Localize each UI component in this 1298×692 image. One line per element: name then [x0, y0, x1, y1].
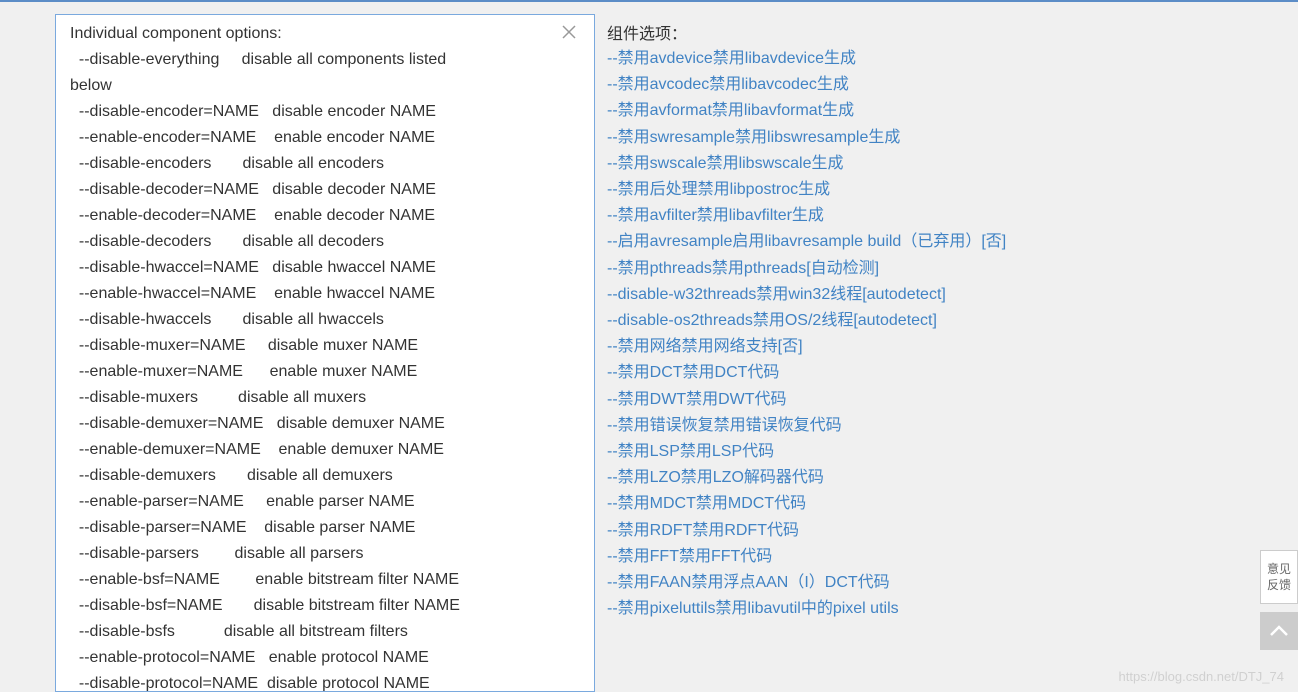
source-line: --enable-protocol=NAME enable protocol N…: [70, 645, 580, 671]
translated-line: --禁用LZO禁用LZO解码器代码: [607, 465, 1167, 491]
translated-line: --禁用pixeluttils禁用libavutil中的pixel utils: [607, 596, 1167, 622]
source-line: --enable-decoder=NAME enable decoder NAM…: [70, 203, 580, 229]
source-line: --disable-encoder=NAME disable encoder N…: [70, 99, 580, 125]
translated-line: --禁用avdevice禁用libavdevice生成: [607, 46, 1167, 72]
translated-line: --禁用avfilter禁用libavfilter生成: [607, 203, 1167, 229]
source-line: --enable-bsf=NAME enable bitstream filte…: [70, 567, 580, 593]
translated-line: --禁用FAAN禁用浮点AAN（I）DCT代码: [607, 570, 1167, 596]
translated-line: --禁用后处理禁用libpostroc生成: [607, 177, 1167, 203]
translated-line: --禁用错误恢复禁用错误恢复代码: [607, 413, 1167, 439]
feedback-label-2: 反馈: [1267, 577, 1291, 593]
source-line: --disable-demuxers disable all demuxers: [70, 463, 580, 489]
source-line: --enable-muxer=NAME enable muxer NAME: [70, 359, 580, 385]
source-text-panel: Individual component options: --disable-…: [55, 14, 595, 692]
source-line: --disable-encoders disable all encoders: [70, 151, 580, 177]
translated-line: --禁用swscale禁用libswscale生成: [607, 151, 1167, 177]
translated-line: --禁用avcodec禁用libavcodec生成: [607, 72, 1167, 98]
translated-line: --disable-os2threads禁用OS/2线程[autodetect]: [607, 308, 1167, 334]
source-line: --enable-demuxer=NAME enable demuxer NAM…: [70, 437, 580, 463]
translated-line: --禁用DWT禁用DWT代码: [607, 387, 1167, 413]
translated-line: --禁用DCT禁用DCT代码: [607, 360, 1167, 386]
translated-line: --禁用swresample禁用libswresample生成: [607, 125, 1167, 151]
source-line: --enable-encoder=NAME enable encoder NAM…: [70, 125, 580, 151]
source-line: --disable-parsers disable all parsers: [70, 541, 580, 567]
source-title: Individual component options:: [70, 25, 580, 43]
source-line: --disable-bsfs disable all bitstream fil…: [70, 619, 580, 645]
translated-lines: --禁用avdevice禁用libavdevice生成--禁用avcodec禁用…: [607, 46, 1167, 622]
translated-line: --禁用FFT禁用FFT代码: [607, 544, 1167, 570]
translated-line: --禁用pthreads禁用pthreads[自动检测]: [607, 256, 1167, 282]
source-line: --enable-parser=NAME enable parser NAME: [70, 489, 580, 515]
main-container: Individual component options: --disable-…: [0, 2, 1298, 692]
close-icon[interactable]: [562, 25, 582, 45]
source-line: --disable-bsf=NAME disable bitstream fil…: [70, 593, 580, 619]
translated-line: --禁用avformat禁用libavformat生成: [607, 98, 1167, 124]
chevron-up-icon: [1269, 624, 1289, 638]
translated-line: --禁用MDCT禁用MDCT代码: [607, 491, 1167, 517]
source-line: --disable-parser=NAME disable parser NAM…: [70, 515, 580, 541]
scroll-top-button[interactable]: [1260, 612, 1298, 650]
source-line: --disable-decoders disable all decoders: [70, 229, 580, 255]
source-lines: --disable-everything disable all compone…: [70, 47, 580, 692]
translated-line: --禁用RDFT禁用RDFT代码: [607, 518, 1167, 544]
translated-line: --禁用LSP禁用LSP代码: [607, 439, 1167, 465]
translated-title: 组件选项：: [607, 20, 1167, 44]
feedback-button[interactable]: 意见 反馈: [1260, 550, 1298, 604]
source-line: --disable-hwaccel=NAME disable hwaccel N…: [70, 255, 580, 281]
translated-line: --disable-w32threads禁用win32线程[autodetect…: [607, 282, 1167, 308]
source-line: --disable-decoder=NAME disable decoder N…: [70, 177, 580, 203]
source-line: --disable-everything disable all compone…: [70, 47, 580, 99]
source-line: --disable-demuxer=NAME disable demuxer N…: [70, 411, 580, 437]
source-line: --enable-hwaccel=NAME enable hwaccel NAM…: [70, 281, 580, 307]
source-line: --disable-hwaccels disable all hwaccels: [70, 307, 580, 333]
source-line: --disable-muxer=NAME disable muxer NAME: [70, 333, 580, 359]
feedback-label-1: 意见: [1267, 561, 1291, 577]
translated-line: --启用avresample启用libavresample build（已弃用）…: [607, 229, 1167, 255]
translated-line: --禁用网络禁用网络支持[否]: [607, 334, 1167, 360]
source-line: --disable-protocol=NAME disable protocol…: [70, 671, 580, 692]
source-line: --disable-muxers disable all muxers: [70, 385, 580, 411]
translated-text-panel: 组件选项： --禁用avdevice禁用libavdevice生成--禁用avc…: [607, 14, 1167, 692]
